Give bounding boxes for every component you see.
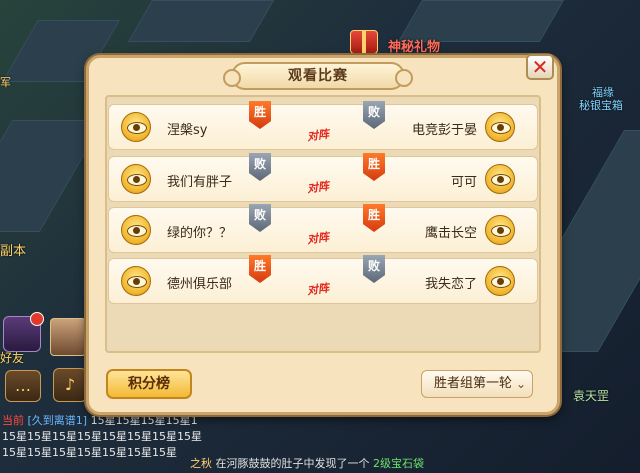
system-message-player: 之秋 (190, 457, 212, 470)
team-right-name: 可可 (450, 175, 477, 190)
chat-text: 15星15星15星15星15星15星15星 (2, 446, 177, 459)
round-select-value: 胜者组第一轮 (434, 376, 513, 391)
building-tile (127, 0, 275, 42)
match-row: 绿的你？？ 败 对阵 胜 鹰击长空 (108, 204, 538, 253)
microphone-icon[interactable]: ♪ (53, 368, 87, 402)
vs-label: 对阵 (306, 179, 330, 196)
watch-eye-icon[interactable] (485, 112, 515, 142)
watch-eye-icon[interactable] (121, 266, 151, 296)
match-row: 涅槃sy 胜 对阵 败 电竞彭于晏 (108, 101, 538, 150)
system-message-text: 在河豚鼓鼓的肚子中发现了一个 (215, 457, 370, 470)
gift-box-icon[interactable] (350, 30, 378, 54)
chat-sender-name[interactable]: [久到离谱1] (28, 414, 88, 427)
dialog-title: 观看比赛 (288, 68, 348, 84)
mystery-gift-label[interactable]: 神秘礼物 (388, 36, 440, 55)
team-right-name: 鹰击长空 (424, 226, 477, 241)
team-right-name: 我失恋了 (424, 277, 477, 292)
match-row: 德州俱乐部 胜 对阵 败 我失恋了 (108, 255, 538, 304)
chat-line: 15星15星15星15星15星15星15星 (2, 444, 177, 460)
watch-eye-icon[interactable] (485, 215, 515, 245)
result-badge-win: 胜 (249, 101, 271, 129)
close-button[interactable]: ✕ (526, 54, 554, 80)
dungeon-label[interactable]: 副本 (0, 240, 26, 259)
avatar[interactable] (50, 318, 86, 356)
watch-eye-icon[interactable] (121, 112, 151, 142)
match-row: 我们有胖子 败 对阵 胜 可可 (108, 153, 538, 202)
watch-eye-icon[interactable] (121, 164, 151, 194)
team-right-name: 电竞彭于晏 (411, 123, 477, 138)
result-badge-lose: 败 (249, 153, 271, 181)
result-badge-win: 胜 (249, 255, 271, 283)
chat-channel-tag: 当前 (2, 414, 24, 427)
result-badge-win: 胜 (363, 204, 385, 232)
chat-text: 15星15星15星15星15星15星15星15星 (2, 430, 202, 443)
vs-label: 对阵 (306, 127, 330, 144)
result-badge-lose: 败 (363, 255, 385, 283)
result-badge-lose: 败 (249, 204, 271, 232)
watch-eye-icon[interactable] (121, 215, 151, 245)
team-left-name: 涅槃sy (167, 123, 208, 138)
team-left-name: 德州俱乐部 (167, 277, 233, 292)
round-select-dropdown[interactable]: 胜者组第一轮 ⌄ (421, 370, 533, 398)
vs-label: 对阵 (306, 281, 330, 298)
npc-name-label[interactable]: 袁天罡 (573, 387, 609, 404)
team-left-name: 绿的你？？ (167, 226, 233, 241)
friends-label[interactable]: 好友 (0, 349, 24, 366)
system-message-item: 2级宝石袋 (373, 457, 424, 470)
dialog-title-plate: 观看比赛 (223, 62, 413, 90)
silver-chest-label[interactable]: 秘银宝箱 (579, 97, 623, 113)
watch-eye-icon[interactable] (485, 266, 515, 296)
result-badge-lose: 败 (363, 101, 385, 129)
jun-label: 军 (0, 76, 11, 89)
chat-line: 15星15星15星15星15星15星15星15星 (2, 428, 202, 444)
watch-eye-icon[interactable] (485, 164, 515, 194)
chat-bubble-icon[interactable]: … (5, 370, 41, 402)
chat-text: 15星15星15星15星1 (90, 414, 198, 427)
notification-dot-icon (30, 312, 44, 326)
result-badge-win: 胜 (363, 153, 385, 181)
team-left-name: 我们有胖子 (167, 175, 233, 190)
chevron-down-icon: ⌄ (515, 377, 526, 391)
system-message: 之秋 在河豚鼓鼓的肚子中发现了一个 2级宝石袋 (190, 455, 424, 471)
leaderboard-button[interactable]: 积分榜 (106, 369, 192, 399)
vs-label: 对阵 (306, 230, 330, 247)
